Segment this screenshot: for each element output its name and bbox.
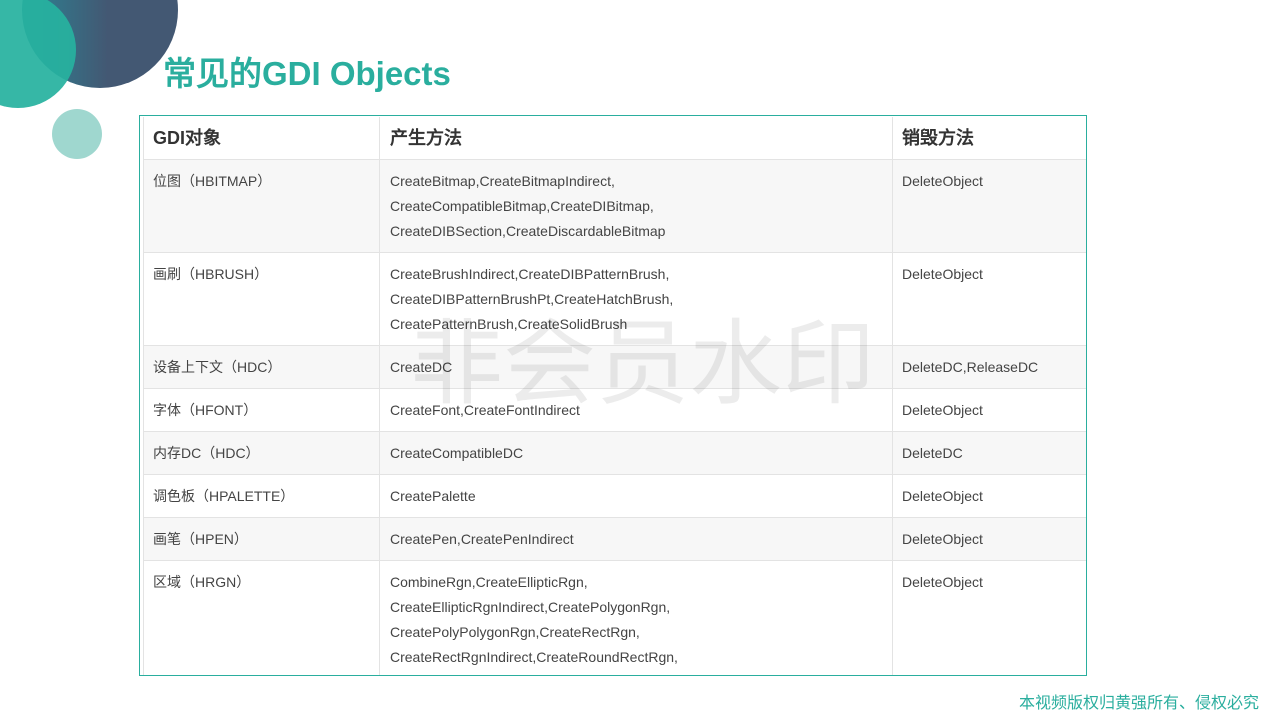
decor-circle-light (52, 109, 102, 159)
cell-object: 画刷（HBRUSH） (143, 252, 380, 346)
method-line: CreateBrushIndirect,CreateDIBPatternBrus… (390, 266, 670, 282)
method-line: CreateRectRgnIndirect,CreateRoundRectRgn… (390, 649, 678, 665)
method-line: CreateDIBSection,CreateDiscardableBitmap (390, 223, 666, 239)
method-line: CreateDIBPatternBrushPt,CreateHatchBrush… (390, 291, 674, 307)
gdi-objects-table-frame: GDI对象 产生方法 销毁方法 位图（HBITMAP） CreateBitmap… (139, 115, 1087, 676)
cell-object: 内存DC（HDC） (143, 431, 380, 475)
method-line: CreateBitmap,CreateBitmapIndirect, (390, 173, 615, 189)
table-row: 画笔（HPEN） CreatePen,CreatePenIndirect Del… (143, 517, 1086, 561)
table-row: 画刷（HBRUSH） CreateBrushIndirect,CreateDIB… (143, 252, 1086, 346)
cell-destroy: DeleteObject (892, 159, 1086, 253)
cell-destroy: DeleteObject (892, 560, 1086, 675)
slide: 常见的GDI Objects GDI对象 产生方法 销毁方法 位图（HBITMA… (0, 0, 1280, 720)
cell-create: CreatePen,CreatePenIndirect (379, 517, 893, 561)
cell-destroy: DeleteObject (892, 388, 1086, 432)
cell-create: CombineRgn,CreateEllipticRgn, CreateElli… (379, 560, 893, 675)
table-row: 内存DC（HDC） CreateCompatibleDC DeleteDC (143, 431, 1086, 475)
cell-object: 区域（HRGN） (143, 560, 380, 675)
gdi-objects-table: GDI对象 产生方法 销毁方法 位图（HBITMAP） CreateBitmap… (143, 117, 1086, 675)
method-line: CreateDC (390, 359, 453, 375)
cell-create: CreateFont,CreateFontIndirect (379, 388, 893, 432)
page-title: 常见的GDI Objects (163, 55, 451, 92)
table-row: 位图（HBITMAP） CreateBitmap,CreateBitmapInd… (143, 159, 1086, 253)
cell-destroy: DeleteObject (892, 517, 1086, 561)
decor-circle-teal (0, 0, 76, 108)
header-create-method: 产生方法 (379, 117, 893, 160)
method-line: CreateEllipticRgnIndirect,CreatePolygonR… (390, 599, 671, 615)
method-line: CreatePalette (390, 488, 476, 504)
table-row: 字体（HFONT） CreateFont,CreateFontIndirect … (143, 388, 1086, 432)
method-line: CreateCompatibleBitmap,CreateDIBitmap, (390, 198, 654, 214)
table-row: 调色板（HPALETTE） CreatePalette DeleteObject (143, 474, 1086, 518)
cell-create: CreateDC (379, 345, 893, 389)
method-line: CreatePatternBrush,CreateSolidBrush (390, 316, 628, 332)
cell-object: 设备上下文（HDC） (143, 345, 380, 389)
cell-destroy: DeleteObject (892, 252, 1086, 346)
method-line: CombineRgn,CreateEllipticRgn, (390, 574, 588, 590)
cell-destroy: DeleteDC,ReleaseDC (892, 345, 1086, 389)
method-line: CreatePen,CreatePenIndirect (390, 531, 574, 547)
cell-create: CreateBitmap,CreateBitmapIndirect, Creat… (379, 159, 893, 253)
cell-destroy: DeleteDC (892, 431, 1086, 475)
header-gdi-object: GDI对象 (143, 117, 380, 160)
cell-create: CreatePalette (379, 474, 893, 518)
cell-create: CreateCompatibleDC (379, 431, 893, 475)
method-line: CreatePolyPolygonRgn,CreateRectRgn, (390, 624, 640, 640)
method-line: CreateFont,CreateFontIndirect (390, 402, 580, 418)
table-row: 设备上下文（HDC） CreateDC DeleteDC,ReleaseDC (143, 345, 1086, 389)
cell-object: 画笔（HPEN） (143, 517, 380, 561)
header-destroy-method: 销毁方法 (892, 117, 1086, 160)
cell-object: 调色板（HPALETTE） (143, 474, 380, 518)
cell-destroy: DeleteObject (892, 474, 1086, 518)
cell-create: CreateBrushIndirect,CreateDIBPatternBrus… (379, 252, 893, 346)
table-header-row: GDI对象 产生方法 销毁方法 (143, 117, 1086, 160)
table-row: 区域（HRGN） CombineRgn,CreateEllipticRgn, C… (143, 560, 1086, 675)
cell-object: 位图（HBITMAP） (143, 159, 380, 253)
copyright-notice: 本视频版权归黄强所有、侵权必究 (1018, 695, 1259, 712)
cell-object: 字体（HFONT） (143, 388, 380, 432)
method-line: CreateCompatibleDC (390, 445, 524, 461)
